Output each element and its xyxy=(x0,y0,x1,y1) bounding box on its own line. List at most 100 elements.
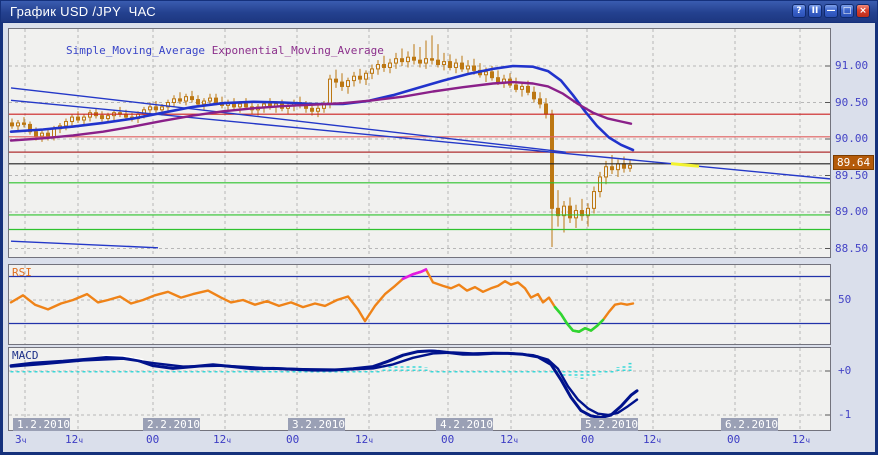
candle-body xyxy=(197,100,200,104)
time-label: 3ч xyxy=(15,434,26,447)
candle-body xyxy=(437,60,440,64)
candle-body xyxy=(209,98,212,101)
price-tick-label: 90.00 xyxy=(835,133,868,145)
candle-body xyxy=(77,117,80,120)
candle-body xyxy=(329,79,332,104)
price-tick-label: 88.50 xyxy=(835,243,868,255)
candle-body xyxy=(395,59,398,63)
window-controls: ?II—□× xyxy=(792,4,870,18)
time-label: 00 xyxy=(441,434,454,446)
candle-body xyxy=(353,76,356,80)
macd-chart xyxy=(9,348,830,430)
candle-body xyxy=(401,59,404,62)
time-label: 12ч xyxy=(213,434,231,447)
price-tick-label: 89.00 xyxy=(835,206,868,218)
candle-body xyxy=(497,78,500,82)
date-label: 3.2.2010 xyxy=(288,418,345,431)
price-tick-label: 90.50 xyxy=(835,97,868,109)
rsi-axis-label: 50 xyxy=(838,294,851,306)
legend-ema: Exponential_Moving_Average xyxy=(212,44,384,57)
candle-body xyxy=(521,86,524,89)
time-label: 00 xyxy=(286,434,299,446)
pin-button[interactable]: II xyxy=(808,4,822,18)
candle-body xyxy=(593,192,596,209)
candle-body xyxy=(545,104,548,114)
candle-body xyxy=(173,99,176,103)
macd-signal-line xyxy=(11,353,637,416)
candle-body xyxy=(101,116,104,119)
candle-body xyxy=(359,76,362,79)
candle-body xyxy=(89,113,92,117)
candle-body xyxy=(149,107,152,110)
candle-body xyxy=(107,116,110,119)
ema-line xyxy=(11,82,631,140)
candle-body xyxy=(473,66,476,70)
candle-body xyxy=(491,72,494,78)
rsi-label: RSI xyxy=(12,266,32,279)
time-label: 00 xyxy=(146,434,159,446)
macd-line xyxy=(11,351,637,418)
candle-body xyxy=(611,167,614,170)
candle-body xyxy=(419,60,422,63)
candle-body xyxy=(41,133,44,136)
macd-axis-label-zero: +0 xyxy=(838,365,851,377)
candle-body xyxy=(485,72,488,75)
close-button[interactable]: × xyxy=(856,4,870,18)
candle-body xyxy=(539,99,542,104)
candle-body xyxy=(191,97,194,100)
candle-body xyxy=(629,165,632,168)
candle-body xyxy=(563,206,566,215)
help-button[interactable]: ? xyxy=(792,4,806,18)
candle-body xyxy=(65,121,68,125)
candle-body xyxy=(605,167,608,177)
candle-body xyxy=(467,66,470,69)
candle-body xyxy=(449,62,452,68)
candle-body xyxy=(365,73,368,79)
candle-body xyxy=(311,108,314,111)
title-bar[interactable]: График USD /JPY ЧАС ?II—□× xyxy=(1,1,877,22)
date-label: 6.2.2010 xyxy=(721,418,778,431)
candle-body xyxy=(413,57,416,60)
candle-body xyxy=(347,81,350,87)
candle-body xyxy=(575,211,578,218)
candle-body xyxy=(341,82,344,86)
macd-panel[interactable]: MACD xyxy=(8,347,831,431)
date-label: 2.2.2010 xyxy=(143,418,200,431)
date-label: 4.2.2010 xyxy=(436,418,493,431)
time-label: 12ч xyxy=(643,434,661,447)
current-price-badge: 89.64 xyxy=(833,155,874,170)
minimize-button[interactable]: — xyxy=(824,4,838,18)
candle-body xyxy=(161,107,164,110)
candle-body xyxy=(23,123,26,124)
window-title: График USD /JPY ЧАС xyxy=(1,4,156,19)
trendline xyxy=(11,100,830,179)
legend-sma: Simple_Moving_Average xyxy=(66,44,205,57)
candle-body xyxy=(461,63,464,69)
candle-body xyxy=(527,86,530,92)
candle-body xyxy=(179,99,182,101)
time-label: 12ч xyxy=(355,434,373,447)
time-label: 12ч xyxy=(792,434,810,447)
candle-body xyxy=(185,97,188,101)
window-content: Simple_Moving_Average Exponential_Moving… xyxy=(3,23,875,452)
candle-body xyxy=(569,206,572,218)
candle-body xyxy=(17,123,20,126)
candle-body xyxy=(83,117,86,120)
candle-body xyxy=(533,92,536,99)
rsi-oversold-segment xyxy=(555,307,603,332)
candle-body xyxy=(215,98,218,102)
candle-body xyxy=(407,57,410,61)
maximize-button[interactable]: □ xyxy=(840,4,854,18)
rsi-panel[interactable]: RSI xyxy=(8,264,831,345)
candle-body xyxy=(551,114,554,208)
chart-window: График USD /JPY ЧАС ?II—□× Simple_Moving… xyxy=(0,0,878,455)
candle-body xyxy=(431,59,434,60)
candle-body xyxy=(443,62,446,65)
trendline xyxy=(11,241,158,248)
candle-body xyxy=(455,63,458,67)
candle-body xyxy=(617,164,620,170)
candle-body xyxy=(425,59,428,63)
price-tick-label: 91.00 xyxy=(835,60,868,72)
main-chart-panel[interactable]: Simple_Moving_Average Exponential_Moving… xyxy=(8,28,831,258)
rsi-overbought-segment xyxy=(403,269,426,278)
